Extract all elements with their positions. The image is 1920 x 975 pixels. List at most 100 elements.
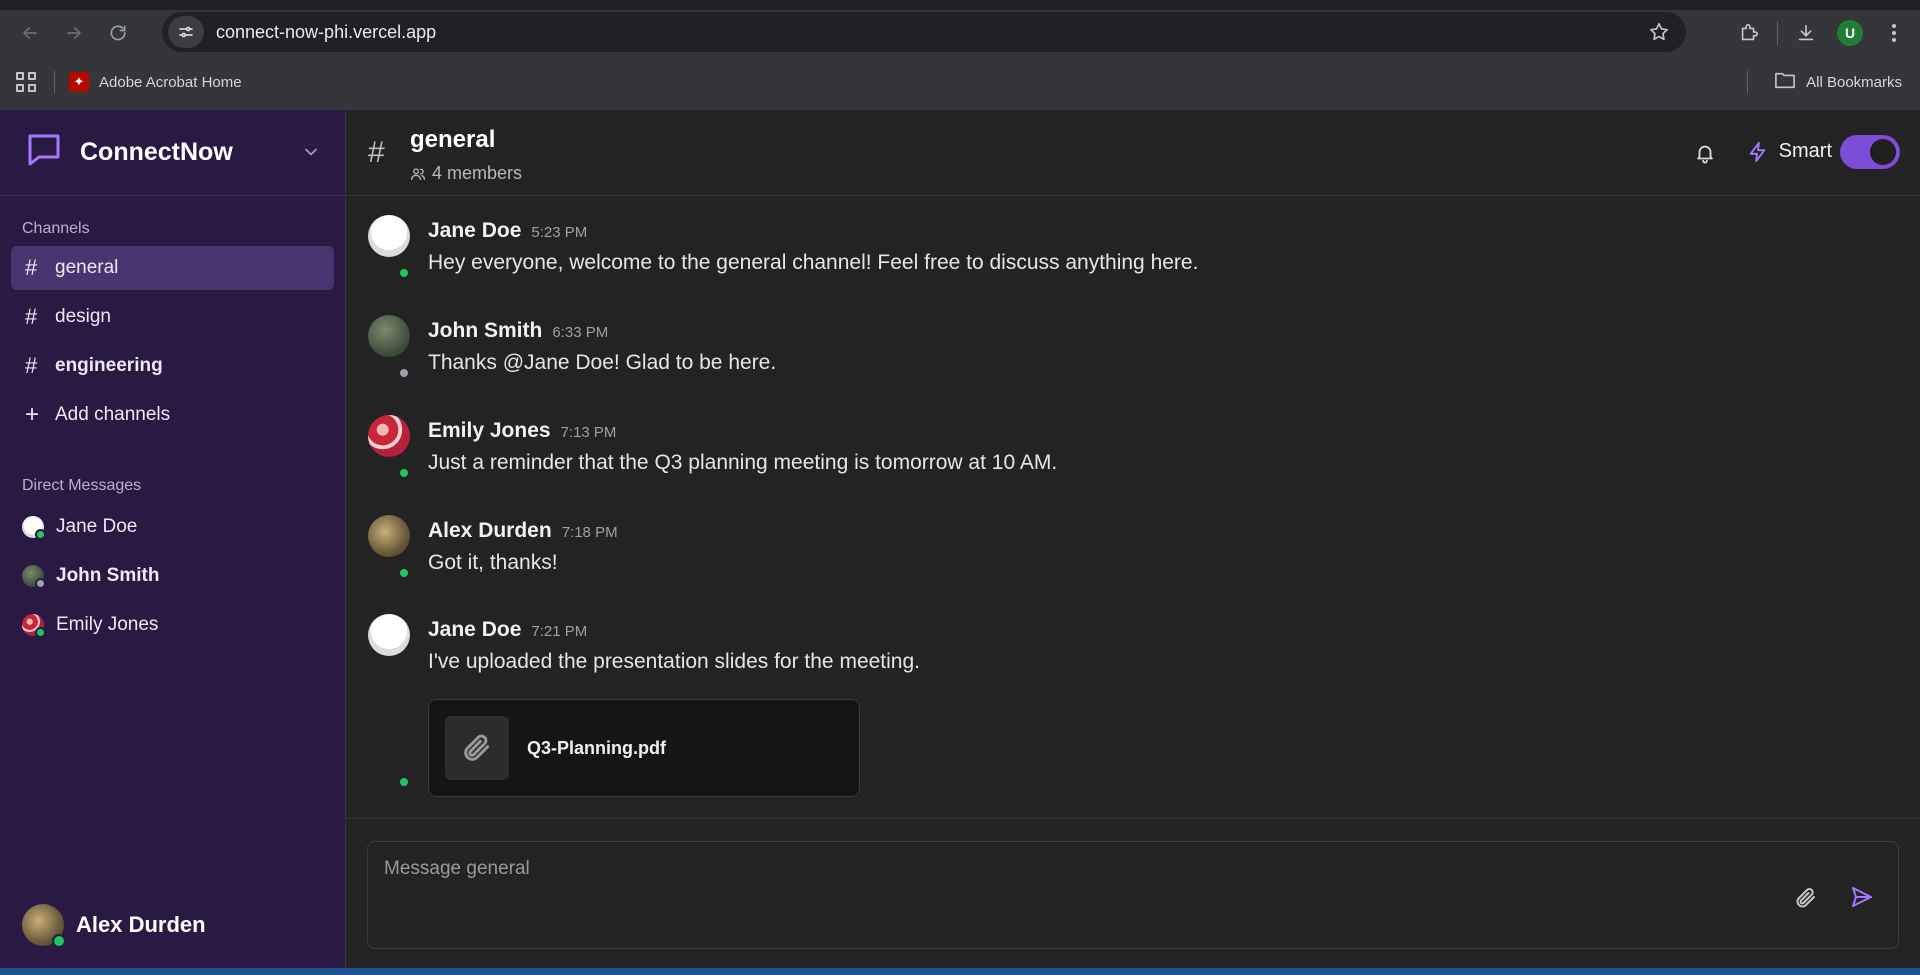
message-text: Just a reminder that the Q3 planning mee… (428, 451, 1058, 474)
arrow-right-icon (67, 27, 81, 39)
users-icon (411, 167, 425, 180)
avatar[interactable] (368, 315, 410, 357)
reload-button[interactable] (96, 11, 140, 55)
lightning-icon (1749, 141, 1765, 162)
forward-button[interactable] (52, 11, 96, 55)
sidebar-dm-jane-doe[interactable]: Jane Doe (11, 505, 334, 549)
online-status-dot (398, 776, 410, 788)
message-author[interactable]: Emily Jones (428, 419, 551, 443)
back-button[interactable] (8, 11, 52, 55)
browser-toolbar: connect-now-phi.vercel.app U (0, 10, 1920, 56)
avatar[interactable] (368, 415, 410, 457)
online-status-dot (398, 267, 410, 279)
message-author[interactable]: Jane Doe (428, 618, 521, 642)
profile-button[interactable]: U (1828, 11, 1872, 55)
dm-name: Emily Jones (56, 614, 159, 635)
toggle-knob (1870, 139, 1896, 165)
message-header: Jane Doe 5:23 PM (428, 219, 587, 243)
avatar[interactable] (368, 614, 410, 656)
message-header: Emily Jones 7:13 PM (428, 419, 616, 443)
workspace-name: ConnectNow (80, 138, 233, 166)
message-author[interactable]: Jane Doe (428, 219, 521, 243)
channel-list: # general # design # engineering + Add c… (0, 246, 345, 437)
bookmark-adobe-acrobat[interactable]: ✦ Adobe Acrobat Home (69, 72, 242, 92)
member-count[interactable]: 4 members (410, 163, 522, 184)
message-input[interactable] (384, 854, 1684, 884)
browser-chrome: connect-now-phi.vercel.app U ✦ Adobe Acr… (0, 0, 1920, 110)
connectnow-app: ConnectNow Channels # general # design #… (0, 110, 1920, 968)
address-bar[interactable]: connect-now-phi.vercel.app (162, 12, 1686, 52)
downloads-button[interactable] (1784, 11, 1828, 55)
extensions-button[interactable] (1727, 11, 1771, 55)
site-info-button[interactable] (168, 16, 204, 48)
paperclip-icon (445, 716, 509, 780)
menu-button[interactable] (1872, 11, 1916, 55)
add-channels-label: Add channels (55, 404, 171, 425)
message-timestamp: 7:13 PM (560, 424, 617, 441)
message-header: Alex Durden 7:18 PM (428, 519, 618, 543)
message-author[interactable]: John Smith (428, 319, 542, 343)
dm-name: John Smith (56, 565, 160, 586)
message-timestamp: 6:33 PM (552, 324, 609, 341)
hash-icon: # (25, 353, 38, 378)
message-text: Thanks @Jane Doe! Glad to be here. (428, 351, 777, 374)
message-header: Jane Doe 7:21 PM (428, 618, 587, 642)
star-icon (1650, 22, 1668, 41)
current-user[interactable]: Alex Durden (22, 904, 206, 948)
message-text: Hey everyone, welcome to the general cha… (428, 251, 1199, 274)
profile-avatar: U (1837, 20, 1863, 46)
tune-icon (179, 26, 193, 38)
message-timestamp: 5:23 PM (531, 224, 588, 241)
direct-messages-label: Direct Messages (22, 477, 142, 494)
message-timestamp: 7:21 PM (531, 623, 588, 640)
online-status-dot (35, 627, 46, 638)
avatar (22, 516, 46, 540)
all-bookmarks-label: All Bookmarks (1806, 73, 1902, 91)
sidebar-channel-design[interactable]: # design (11, 295, 334, 339)
bookmarks-divider (1747, 71, 1748, 93)
add-channels-button[interactable]: + Add channels (11, 393, 334, 437)
sidebar: ConnectNow Channels # general # design #… (0, 110, 346, 968)
smart-mode-label: Smart (1747, 140, 1832, 163)
member-count-label: 4 members (432, 163, 523, 183)
chat-bubble-icon (24, 130, 64, 175)
sidebar-dm-emily-jones[interactable]: Emily Jones (11, 603, 334, 647)
channels-label: Channels (22, 220, 90, 237)
message-text: I've uploaded the presentation slides fo… (428, 650, 920, 673)
sidebar-dm-john-smith[interactable]: John Smith (11, 554, 334, 598)
offline-status-dot (398, 367, 410, 379)
send-icon (1852, 887, 1872, 907)
sidebar-channel-engineering[interactable]: # engineering (11, 344, 334, 388)
bookmark-star-button[interactable] (1648, 21, 1670, 48)
message-author[interactable]: Alex Durden (428, 519, 552, 543)
online-status-dot (398, 567, 410, 579)
plus-icon: + (25, 401, 40, 428)
sidebar-channel-general[interactable]: # general (11, 246, 334, 290)
send-button[interactable] (1850, 885, 1874, 914)
attach-file-button[interactable] (1794, 886, 1818, 915)
all-bookmarks-button[interactable]: All Bookmarks (1774, 70, 1902, 94)
notifications-button[interactable] (1694, 142, 1716, 169)
paperclip-icon (1796, 888, 1815, 908)
channel-name: engineering (55, 355, 163, 376)
channel-name: design (55, 306, 111, 327)
avatar (22, 904, 66, 948)
bookmark-label: Adobe Acrobat Home (99, 73, 242, 91)
avatar[interactable] (368, 515, 410, 557)
bookmarks-bar: ✦ Adobe Acrobat Home All Bookmarks (0, 62, 1920, 102)
apps-grid-icon[interactable] (16, 72, 36, 92)
online-status-dot (398, 467, 410, 479)
folder-icon (1774, 70, 1796, 94)
avatar[interactable] (368, 215, 410, 257)
smart-mode-toggle[interactable] (1840, 135, 1900, 169)
message-composer (367, 841, 1899, 949)
workspace-header[interactable]: ConnectNow (0, 110, 345, 196)
url-text: connect-now-phi.vercel.app (216, 21, 437, 42)
file-attachment[interactable]: Q3-Planning.pdf (428, 699, 860, 797)
bell-icon (1697, 145, 1713, 164)
bookmarks-divider (54, 71, 55, 93)
online-status-dot (35, 529, 46, 540)
avatar (22, 614, 46, 638)
hash-icon: # (25, 255, 38, 280)
chevron-down-icon[interactable] (301, 142, 321, 167)
